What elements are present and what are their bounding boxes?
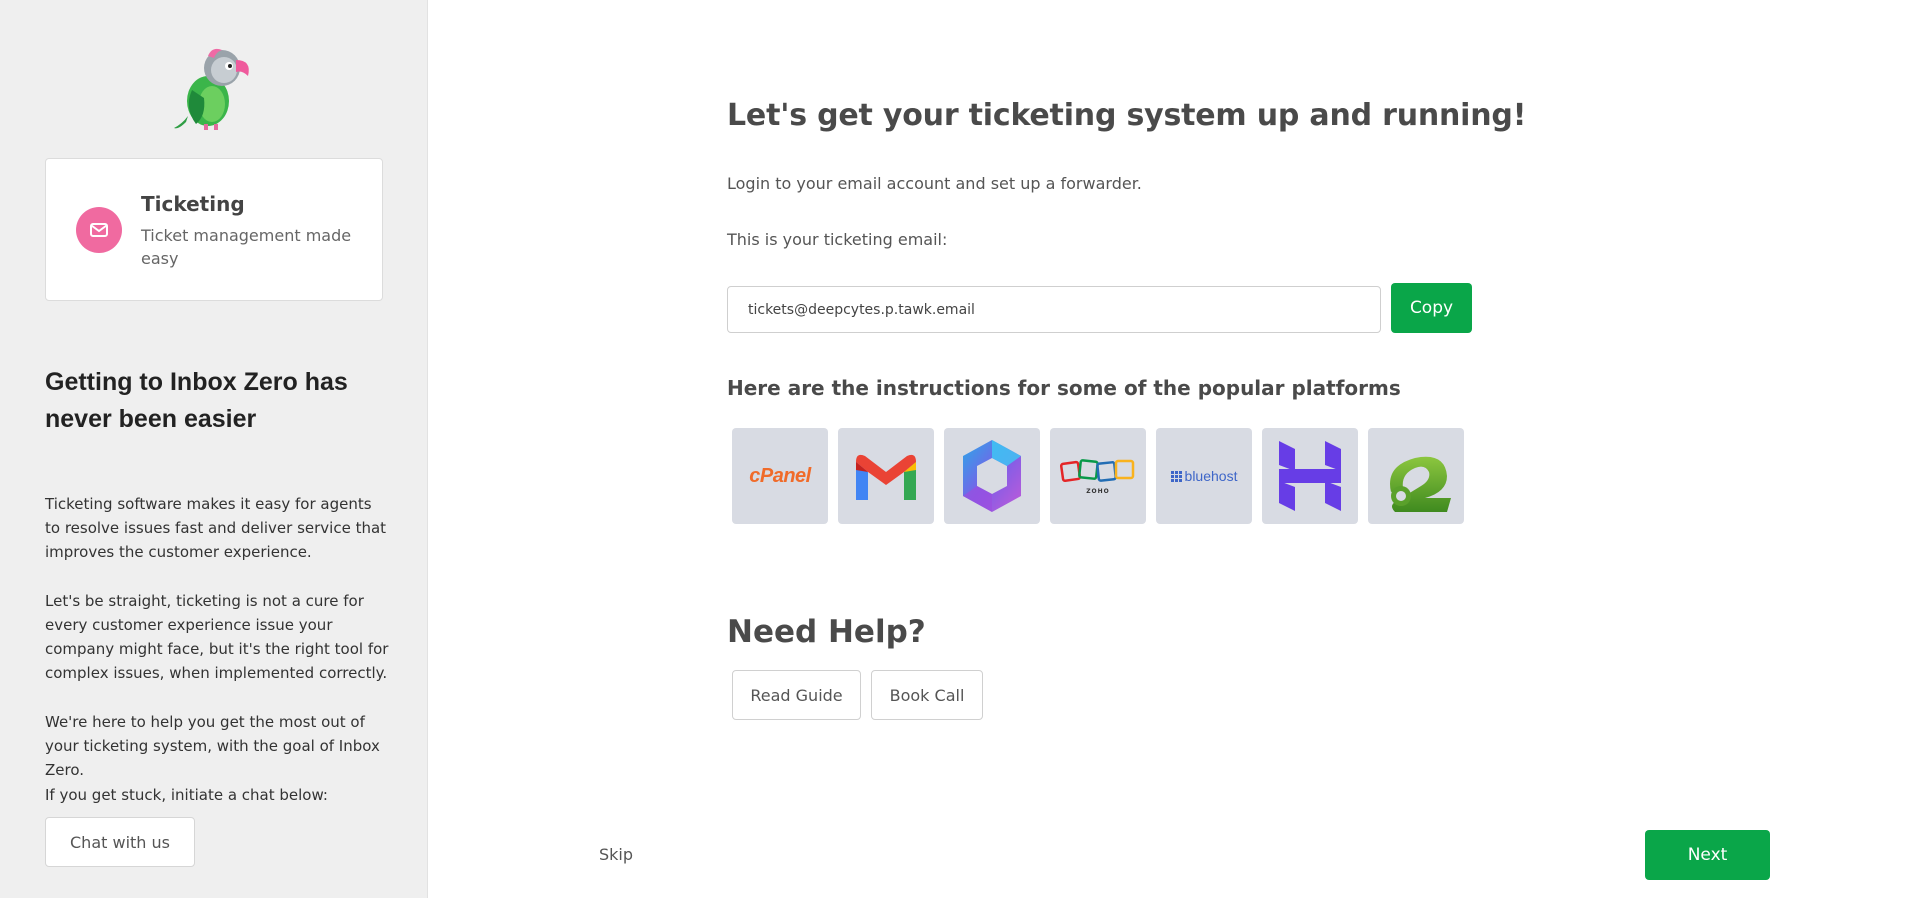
platform-tile-a2[interactable] <box>1368 428 1464 524</box>
sidebar-paragraph: Let's be straight, ticketing is not a cu… <box>45 592 389 682</box>
product-title: Ticketing <box>141 192 245 216</box>
skip-link[interactable]: Skip <box>599 845 633 864</box>
bluehost-logo-label: bluehost <box>1184 468 1238 484</box>
office-logo-icon <box>963 440 1021 512</box>
copy-button[interactable]: Copy <box>1391 283 1472 333</box>
platform-tile-gmail[interactable] <box>838 428 934 524</box>
envelope-icon <box>76 207 122 253</box>
product-description: Ticket management made easy <box>141 226 352 268</box>
platform-tile-cpanel[interactable]: cPanel <box>732 428 828 524</box>
instruction-text: Login to your email account and set up a… <box>727 174 1142 193</box>
zoho-logo-label: ZOHO <box>1086 488 1110 495</box>
next-button[interactable]: Next <box>1645 830 1770 880</box>
chat-with-us-button[interactable]: Chat with us <box>45 817 195 867</box>
need-help-title: Need Help? <box>727 614 926 650</box>
ticketing-email-field[interactable] <box>727 286 1381 333</box>
zoho-logo-icon: ZOHO <box>1060 459 1135 495</box>
platform-tile-hostinger[interactable] <box>1262 428 1358 524</box>
cpanel-logo-icon: cPanel <box>749 464 811 487</box>
sidebar-paragraph: We're here to help you get the most out … <box>45 713 380 779</box>
gmail-logo-icon <box>856 454 916 500</box>
parrot-logo-icon <box>174 48 249 130</box>
bluehost-logo-icon: bluehost <box>1170 468 1238 484</box>
book-call-button[interactable]: Book Call <box>871 670 983 720</box>
read-guide-button[interactable]: Read Guide <box>732 670 861 720</box>
platform-tiles: cPanel ZOHO bluehost <box>732 428 1464 524</box>
sidebar-paragraph: If you get stuck, initiate a chat below: <box>45 786 328 804</box>
a2-logo-icon <box>1390 456 1451 512</box>
page-title: Let's get your ticketing system up and r… <box>727 98 1527 133</box>
hostinger-logo-icon <box>1279 441 1341 511</box>
sidebar: Ticketing Ticket management made easy Ge… <box>0 0 428 898</box>
sidebar-heading: Getting to Inbox Zero has never been eas… <box>45 368 348 433</box>
sidebar-paragraph: Ticketing software makes it easy for age… <box>45 495 387 561</box>
platforms-title: Here are the instructions for some of th… <box>727 376 1401 400</box>
platform-tile-office[interactable] <box>944 428 1040 524</box>
platform-tile-zoho[interactable]: ZOHO <box>1050 428 1146 524</box>
product-card-ticketing: Ticketing Ticket management made easy <box>45 158 383 301</box>
email-label: This is your ticketing email: <box>727 230 948 249</box>
platform-tile-bluehost[interactable]: bluehost <box>1156 428 1252 524</box>
